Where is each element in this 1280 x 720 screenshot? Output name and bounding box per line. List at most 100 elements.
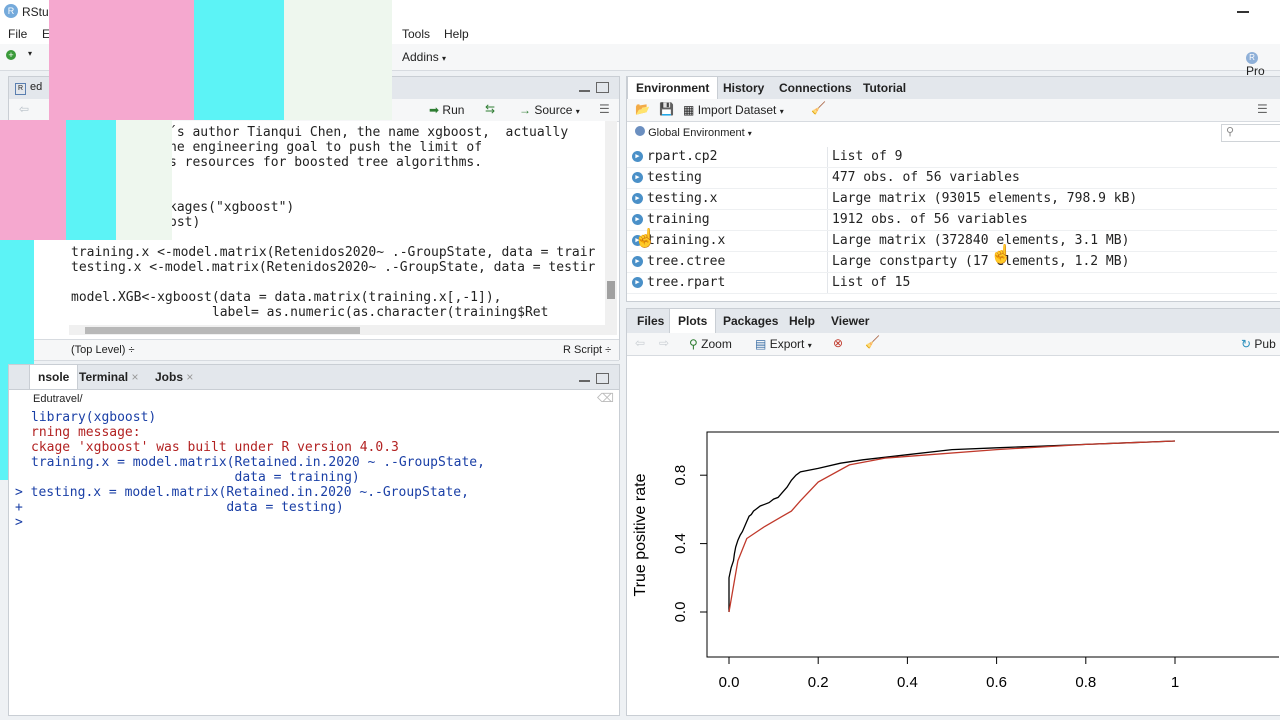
minimize-window-button[interactable] [1237, 11, 1249, 13]
export-button[interactable]: ▤ Export ▾ [755, 337, 812, 351]
rstudio-logo-icon: R [4, 4, 18, 18]
new-file-dropdown-icon[interactable]: ▾ [28, 49, 32, 58]
broom-icon[interactable]: 🧹 [811, 101, 826, 115]
close-icon[interactable]: × [131, 370, 138, 384]
scope-selector[interactable]: (Top Level) ÷ [71, 344, 135, 356]
menu-file[interactable]: File [8, 27, 27, 41]
environment-scope-bar: Global Environment ▾ ⚲ [627, 121, 1280, 143]
table-row[interactable]: ▶ rpart.cp2 List of 9 [627, 147, 1277, 168]
new-file-icon[interactable]: + [6, 50, 16, 60]
code-line: kages("xgboost") [169, 200, 295, 215]
scrollbar-thumb[interactable] [607, 281, 615, 299]
table-row[interactable]: ▶ training 1912 obs. of 56 variables [627, 210, 1277, 231]
tab-jobs[interactable]: Jobs × [147, 365, 201, 389]
file-type-selector[interactable]: R Script ÷ [563, 344, 611, 356]
next-plot-icon[interactable]: ⇨ [659, 336, 669, 350]
run-button[interactable]: ➡ Run [429, 103, 464, 117]
tab-plots[interactable]: Plots [669, 309, 717, 333]
close-icon[interactable]: × [186, 370, 193, 384]
window-title: RStu [22, 5, 49, 19]
minimize-console-button[interactable] [579, 380, 590, 382]
menu-tools[interactable]: Tools [402, 27, 430, 41]
tab-packages[interactable]: Packages [715, 309, 786, 333]
clear-console-icon[interactable]: ⌫ [597, 391, 614, 405]
chevron-down-icon: ▾ [442, 54, 447, 63]
editor-file-tab[interactable]: Red [15, 81, 42, 95]
environment-toolbar: 📂 💾 ▦ Import Dataset ▾ 🧹 ☰ [627, 99, 1280, 122]
save-workspace-icon[interactable]: 💾 [659, 102, 674, 116]
chevron-down-icon: ▾ [807, 341, 812, 350]
editor-horizontal-scrollbar[interactable] [69, 325, 605, 335]
publish-button[interactable]: ↻ Pub [1241, 337, 1276, 351]
expand-icon[interactable]: ▶ [632, 256, 643, 267]
outline-icon[interactable]: ☰ [599, 102, 610, 116]
maximize-console-button[interactable] [596, 373, 609, 384]
editor-vertical-scrollbar[interactable] [605, 121, 617, 335]
table-row[interactable]: ▶ testing 477 obs. of 56 variables [627, 168, 1277, 189]
tab-help[interactable]: Help [781, 309, 823, 333]
table-row[interactable]: ▶ training.x Large matrix (372840 elements… [627, 231, 1277, 252]
code-line: ost) [169, 215, 201, 230]
open-workspace-icon[interactable]: 📂 [635, 102, 650, 116]
environment-search-input[interactable]: ⚲ [1221, 124, 1280, 142]
expand-icon[interactable]: ▶ [632, 214, 643, 225]
expand-icon[interactable]: ▶ [632, 151, 643, 162]
tab-connections[interactable]: Connections [771, 77, 860, 99]
variable-value: Large constparty (17 elements, 1.2 MB) [832, 254, 1130, 269]
tab-terminal[interactable]: Terminal × [71, 365, 146, 389]
roc-series-line [728, 440, 1176, 612]
variable-value: Large matrix (93015 elements, 798.9 kB) [832, 191, 1138, 206]
overlay-block-light-left [116, 120, 172, 240]
maximize-editor-button[interactable] [596, 82, 609, 93]
chevron-down-icon: ▾ [747, 129, 752, 138]
x-tick-label: 0.0 [719, 674, 740, 691]
back-icon[interactable]: ⇦ [19, 102, 29, 116]
rerun-button[interactable]: ⇆ [485, 102, 495, 116]
console-line: library(xgboost) [31, 410, 157, 425]
table-row[interactable]: ▶ tree.rpart List of 15 [627, 273, 1277, 294]
plots-tabbar: Files Plots Packages Help Viewer [627, 309, 1280, 334]
overlay-block-pink-left [0, 120, 66, 240]
divider [827, 252, 828, 272]
code-line: s resources for boosted tree algorithms. [169, 155, 483, 170]
tab-tutorial[interactable]: Tutorial [855, 77, 914, 99]
previous-plot-icon[interactable]: ⇦ [635, 336, 645, 350]
environment-table: ▶ rpart.cp2 List of 9 ▶ testing 477 obs. of … [627, 147, 1280, 301]
tab-history[interactable]: History [715, 77, 772, 99]
tab-environment[interactable]: Environment [627, 77, 719, 99]
table-row[interactable]: ▶ testing.x Large matrix (93015 elements, … [627, 189, 1277, 210]
project-menu[interactable]: R Pro [1246, 49, 1280, 78]
expand-icon[interactable]: ▶ [632, 172, 643, 183]
tab-viewer[interactable]: Viewer [823, 309, 877, 333]
code-line: testing.x <-model.matrix(Retenidos2020~ … [71, 260, 596, 275]
y-tick-label: 0.8 [672, 465, 689, 486]
overlay-block-light [284, 0, 392, 120]
scrollbar-thumb[interactable] [85, 327, 360, 334]
globe-icon [635, 126, 645, 136]
minimize-editor-button[interactable] [579, 90, 590, 92]
list-view-icon[interactable]: ☰ [1257, 102, 1268, 116]
import-dataset-label: Import Dataset [697, 103, 777, 117]
hand-cursor-icon: ☝ [990, 244, 1013, 264]
publish-label: Pub [1254, 337, 1276, 351]
code-line: ´s author Tianqui Chen, the name xgboost… [169, 125, 569, 140]
source-button[interactable]: → Source ▾ [519, 103, 580, 117]
expand-icon[interactable]: ▶ [632, 193, 643, 204]
import-dataset-button[interactable]: ▦ Import Dataset ▾ [683, 103, 784, 117]
editor-tab-label: ed [30, 81, 43, 93]
zoom-button[interactable]: ⚲ Zoom [689, 337, 732, 351]
console-line: data = training) [31, 470, 360, 485]
table-row[interactable]: ▶ tree.ctree Large constparty (17 elements… [627, 252, 1277, 273]
expand-icon[interactable]: ▶ [632, 277, 643, 288]
global-environment-selector[interactable]: Global Environment ▾ [635, 126, 752, 139]
console-prompt[interactable]: > [15, 515, 23, 530]
remove-plot-icon[interactable]: ⊗ [833, 336, 843, 350]
table-icon: ▦ [683, 103, 695, 117]
menu-help[interactable]: Help [444, 27, 469, 41]
console-path: Edutravel/ [33, 393, 83, 405]
roc-series-line [728, 440, 1176, 613]
addins-menu[interactable]: Addins ▾ [402, 50, 446, 64]
tab-files[interactable]: Files [629, 309, 672, 333]
broom-icon[interactable]: 🧹 [865, 335, 880, 349]
scope-label: Global Environment [648, 127, 745, 139]
